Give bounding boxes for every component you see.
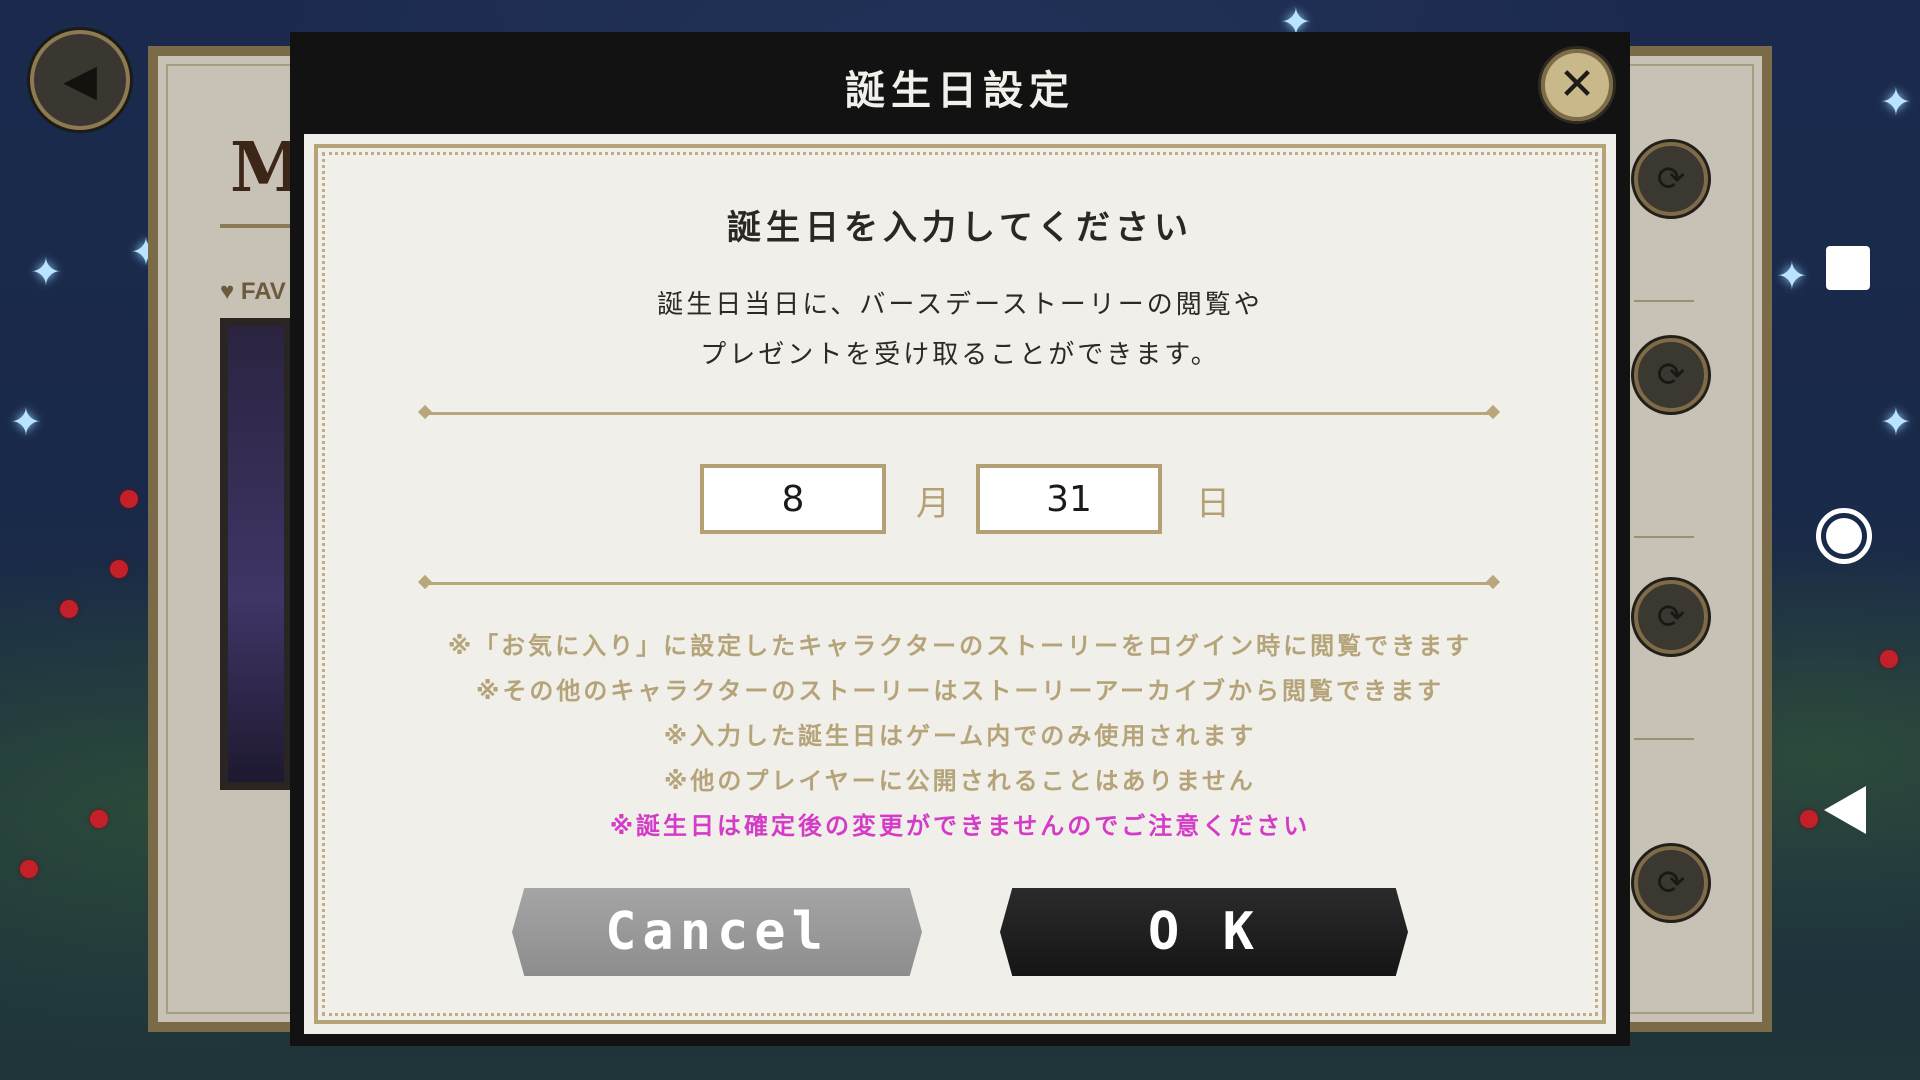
star-decoration: ✦ [10, 400, 42, 444]
back-button[interactable]: ◀ [30, 30, 130, 130]
note-text: ※他のプレイヤーに公開されることはありません [664, 767, 1256, 795]
home-button[interactable] [1816, 508, 1872, 564]
cancel-button[interactable]: Cancel [512, 888, 922, 976]
star-decoration: ✦ [1880, 400, 1912, 444]
home-icon [1826, 518, 1862, 554]
note-text: ※入力した誕生日はゲーム内でのみ使用されます [663, 722, 1257, 750]
section-divider [426, 412, 1492, 415]
month-unit-label: 月 [916, 484, 950, 524]
apple-decoration [60, 600, 78, 618]
dialog-title: 誕生日設定 [845, 68, 1075, 114]
birthday-dialog: 誕生日設定 ✕ [290, 32, 1630, 1046]
description-line: 誕生日当日に、バースデーストーリーの閲覧や [657, 290, 1263, 320]
close-button[interactable]: ✕ [1538, 46, 1616, 124]
description-line: プレゼントを受け取ることができます。 [700, 340, 1220, 370]
note-text: ※「お気に入り」に設定したキャラクターのストーリーをログイン時に閲覧できます [447, 632, 1473, 660]
refresh-icon: ⟳ [1656, 863, 1686, 903]
rail-divider [1634, 536, 1694, 538]
refresh-button[interactable]: ⟳ [1634, 846, 1708, 920]
note-text: ※その他のキャラクターのストーリーはストーリーアーカイブから閲覧できます [476, 677, 1444, 705]
day-unit-label: 日 [1196, 484, 1230, 524]
day-input[interactable]: 31 [976, 464, 1162, 534]
warning-text: ※誕生日は確定後の変更ができませんのでご注意ください [609, 812, 1311, 840]
apple-decoration [20, 860, 38, 878]
apple-decoration [110, 560, 128, 578]
close-icon: ✕ [1558, 59, 1596, 110]
section-divider [426, 582, 1492, 585]
star-decoration: ✦ [1880, 80, 1912, 124]
month-input[interactable]: 8 [700, 464, 886, 534]
ok-button[interactable]: O K [1000, 888, 1408, 976]
arrow-left-icon: ◀ [63, 54, 97, 106]
dialog-heading: 誕生日を入力してください [727, 208, 1193, 248]
refresh-icon: ⟳ [1656, 159, 1686, 199]
apple-decoration [120, 490, 138, 508]
